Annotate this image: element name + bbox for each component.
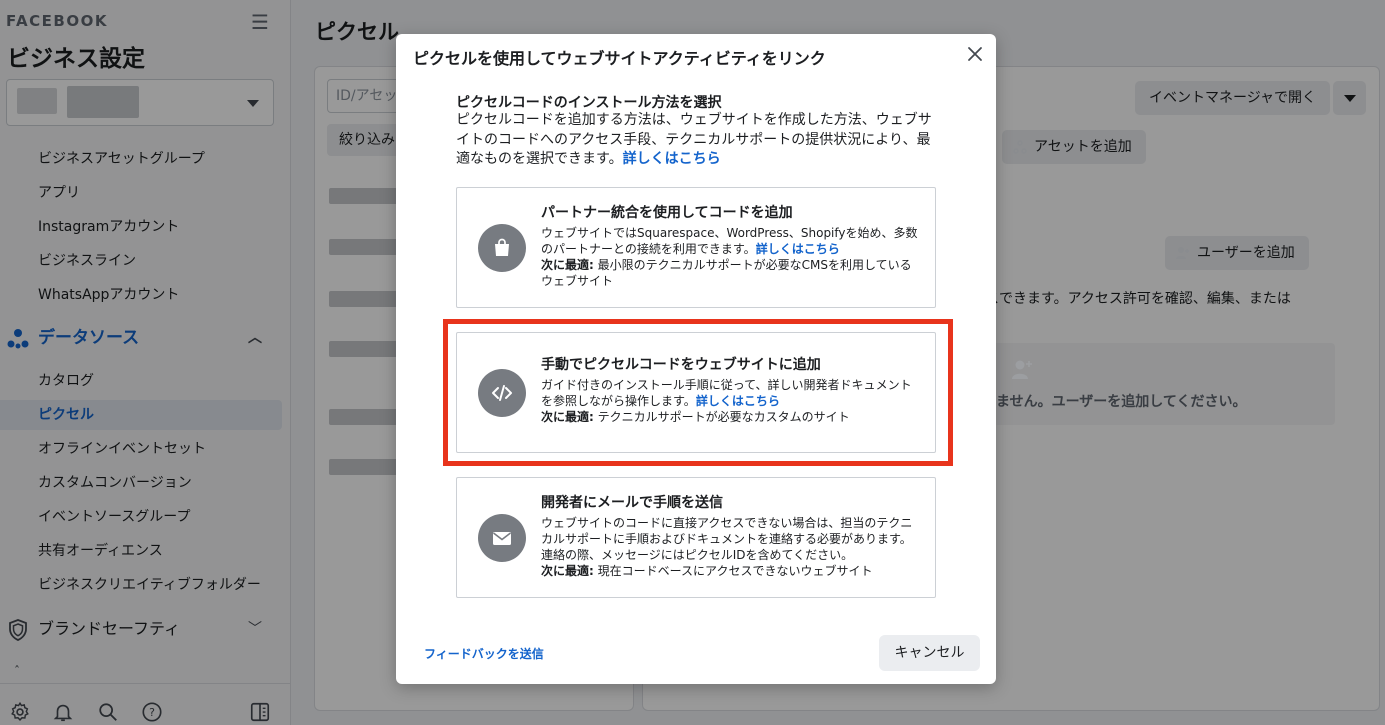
best-for-text: 現在コードベースにアクセスできないウェブサイト [597,564,873,578]
add-user-icon [1176,247,1189,259]
option-best-for: 次に最適: 現在コードベースにアクセスできないウェブサイト [541,563,921,579]
learn-more-link[interactable]: 詳しくはこちら [756,242,840,256]
best-for-label: 次に最適: [541,564,594,578]
cancel-button[interactable]: キャンセル [879,635,980,671]
option-title: パートナー統合を使用してコードを追加 [541,205,793,221]
user-placeholder-icon [1012,360,1032,379]
option-email-developer[interactable]: 開発者にメールで手順を送信 ウェブサイトのコードに直接アクセスできない場合は、担… [456,477,936,598]
asset-icon [1013,140,1027,154]
option-partner-integration[interactable]: パートナー統合を使用してコードを追加 ウェブサイトではSquarespace、W… [456,187,936,308]
best-for-text: 最小限のテクニカルサポートが必要なCMSを利用しているウェブサイト [541,258,912,288]
option-description-text: ウェブサイトではSquarespace、WordPress、Shopifyを始め… [541,226,918,256]
install-method-heading: ピクセルコードのインストール方法を選択 [456,95,722,111]
learn-more-link[interactable]: 詳しくはこちら [623,151,721,167]
shopping-bag-icon [495,238,509,256]
option-best-for: 次に最適: 最小限のテクニカルサポートが必要なCMSを利用しているウェブサイト [541,257,921,289]
close-icon[interactable] [967,46,983,62]
send-feedback-link[interactable]: フィードバックを送信 [424,645,544,662]
dialog-title: ピクセルを使用してウェブサイトアクティビティをリンク [413,49,826,68]
install-method-description: ピクセルコードを追加する方法は、ウェブサイトを作成した方法、ウェブサイトのコード… [456,111,936,170]
option-description: ウェブサイトではSquarespace、WordPress、Shopifyを始め… [541,225,921,257]
option-icon-circle [478,224,526,272]
option-icon-circle [478,514,526,562]
option-text: パートナー統合を使用してコードを追加 ウェブサイトではSquarespace、W… [541,203,921,289]
highlight-annotation [443,319,953,466]
option-description: ウェブサイトのコードに直接アクセスできない場合は、担当のテクニカルサポートに手順… [541,516,913,562]
option-title: 開発者にメールで手順を送信 [541,495,723,511]
envelope-icon [493,532,511,545]
option-text: 開発者にメールで手順を送信 ウェブサイトのコードに直接アクセスできない場合は、担… [541,493,921,579]
best-for-label: 次に最適: [541,258,594,272]
